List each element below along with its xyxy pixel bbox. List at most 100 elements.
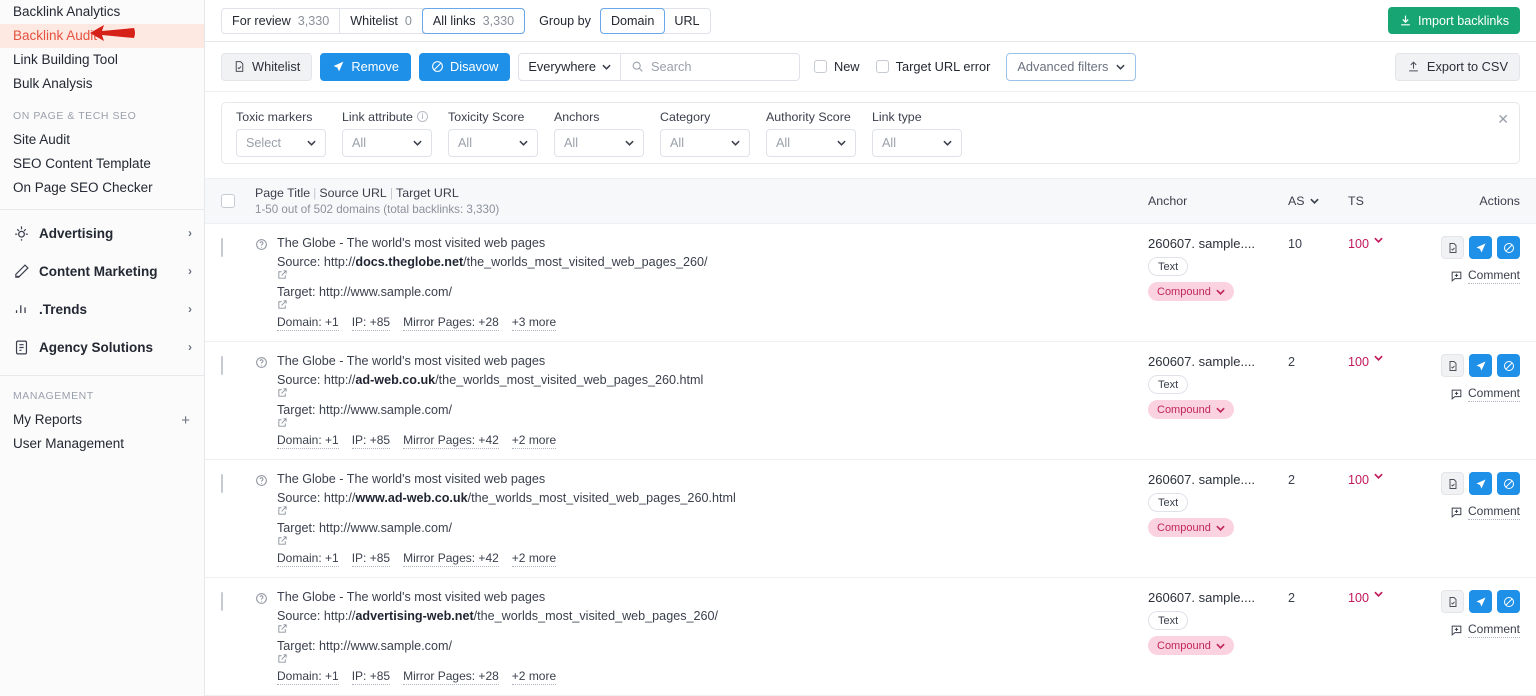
row-source-url[interactable]: Source: http://docs.theglobe.net/the_wor…: [277, 255, 1148, 280]
row-page-title[interactable]: The Globe - The world's most visited web…: [277, 236, 1148, 250]
row-tag[interactable]: IP: +85: [351, 315, 391, 331]
row-tag[interactable]: +2 more: [511, 669, 557, 685]
export-to-csv-button[interactable]: Export to CSV: [1394, 52, 1520, 81]
row-anchor-text[interactable]: 260607. sample....: [1148, 472, 1288, 487]
filter-anchors-select[interactable]: All: [554, 128, 644, 157]
filter-toxicity-score-select[interactable]: All: [448, 128, 538, 157]
row-tag[interactable]: Mirror Pages: +28: [403, 669, 499, 685]
table-row[interactable]: The Globe - The world's most visited web…: [205, 460, 1536, 578]
row-tag[interactable]: Domain: +1: [277, 669, 339, 685]
search-input[interactable]: [650, 59, 789, 74]
checkbox-icon[interactable]: [875, 60, 889, 73]
disavow-row-icon[interactable]: [1497, 354, 1520, 377]
row-anchor-text[interactable]: 260607. sample....: [1148, 354, 1288, 369]
row-tag[interactable]: Domain: +1: [277, 433, 339, 449]
row-toxic-marker-badge[interactable]: Compound: [1148, 636, 1234, 655]
scope-dropdown[interactable]: Everywhere: [519, 53, 621, 80]
checkbox-icon[interactable]: [813, 60, 827, 73]
row-toxicity-score[interactable]: 100: [1348, 354, 1420, 447]
external-link-icon[interactable]: [277, 269, 1148, 280]
filter-link-attribute-select[interactable]: All: [342, 128, 432, 157]
row-tag[interactable]: +2 more: [511, 433, 557, 449]
filter-authority-score-select[interactable]: All: [766, 128, 856, 157]
help-icon[interactable]: [255, 236, 277, 329]
info-icon[interactable]: i: [416, 111, 428, 122]
row-toxic-marker-badge[interactable]: Compound: [1148, 400, 1234, 419]
external-link-icon[interactable]: [277, 417, 1148, 428]
row-target-url[interactable]: Target: http://www.sample.com/: [277, 285, 1148, 310]
sidebar-item-user-management[interactable]: User Management: [0, 432, 204, 456]
remove-row-icon[interactable]: [1469, 354, 1492, 377]
row-page-title[interactable]: The Globe - The world's most visited web…: [277, 590, 1148, 604]
row-checkbox[interactable]: [221, 474, 223, 493]
row-page-title[interactable]: The Globe - The world's most visited web…: [277, 354, 1148, 368]
row-tag[interactable]: IP: +85: [351, 669, 391, 685]
sidebar-item-bulk-analysis[interactable]: Bulk Analysis: [0, 72, 204, 96]
remove-row-icon[interactable]: [1469, 236, 1492, 259]
row-toxicity-score[interactable]: 100: [1348, 472, 1420, 565]
sidebar-item-link-building-tool[interactable]: Link Building Tool: [0, 48, 204, 72]
whitelist-row-icon[interactable]: [1441, 590, 1464, 613]
row-tag[interactable]: IP: +85: [351, 551, 391, 567]
help-icon[interactable]: [255, 472, 277, 565]
row-page-title[interactable]: The Globe - The world's most visited web…: [277, 472, 1148, 486]
row-source-url[interactable]: Source: http://www.ad-web.co.uk/the_worl…: [277, 491, 1148, 516]
select-all-checkbox[interactable]: [221, 194, 235, 208]
help-icon[interactable]: [255, 354, 277, 447]
external-link-icon[interactable]: [277, 387, 1148, 398]
sidebar-item-my-reports[interactable]: My Reports +: [0, 408, 204, 432]
disavow-row-icon[interactable]: [1497, 590, 1520, 613]
sidebar-item-backlink-audit[interactable]: Backlink Audit: [0, 24, 204, 48]
remove-row-icon[interactable]: [1469, 590, 1492, 613]
row-source-url[interactable]: Source: http://ad-web.co.uk/the_worlds_m…: [277, 373, 1148, 398]
tab-all-links[interactable]: All links 3,330: [421, 7, 526, 34]
external-link-icon[interactable]: [277, 535, 1148, 546]
sidebar-item-seo-content-template[interactable]: SEO Content Template: [0, 152, 204, 176]
sidebar-group-trends[interactable]: .Trends ›: [0, 290, 204, 328]
group-by-url[interactable]: URL: [664, 9, 709, 33]
row-toxic-marker-badge[interactable]: Compound: [1148, 282, 1234, 301]
sidebar-item-backlink-analytics[interactable]: Backlink Analytics: [0, 0, 204, 24]
sidebar-item-site-audit[interactable]: Site Audit: [0, 128, 204, 152]
whitelist-row-icon[interactable]: [1441, 236, 1464, 259]
sidebar-group-agency-solutions[interactable]: Agency Solutions ›: [0, 328, 204, 366]
group-by-domain[interactable]: Domain: [599, 7, 666, 34]
sidebar-group-advertising[interactable]: Advertising ›: [0, 214, 204, 252]
search-field-wrapper[interactable]: [621, 59, 799, 74]
row-anchor-text[interactable]: 260607. sample....: [1148, 236, 1288, 251]
row-comment-button[interactable]: Comment: [1420, 386, 1520, 402]
row-toxicity-score[interactable]: 100: [1348, 236, 1420, 329]
remove-button[interactable]: Remove: [320, 52, 412, 81]
sidebar-group-content-marketing[interactable]: Content Marketing ›: [0, 252, 204, 290]
tab-for-review[interactable]: For review 3,330: [222, 8, 341, 33]
col-toxicity-score[interactable]: TS: [1348, 194, 1420, 208]
whitelist-button[interactable]: Whitelist: [221, 52, 313, 81]
external-link-icon[interactable]: [277, 623, 1148, 634]
row-tag[interactable]: Mirror Pages: +42: [403, 433, 499, 449]
filter-new-checkbox[interactable]: New: [813, 59, 860, 74]
tab-whitelist[interactable]: Whitelist 0: [340, 8, 423, 33]
row-tag[interactable]: Mirror Pages: +28: [403, 315, 499, 331]
row-tag[interactable]: +3 more: [511, 315, 557, 331]
row-comment-button[interactable]: Comment: [1420, 504, 1520, 520]
row-comment-button[interactable]: Comment: [1420, 622, 1520, 638]
row-tag[interactable]: Domain: +1: [277, 551, 339, 567]
advanced-filters-dropdown[interactable]: Advanced filters: [1006, 52, 1137, 81]
row-tag[interactable]: Domain: +1: [277, 315, 339, 331]
filter-category-select[interactable]: All: [660, 128, 750, 157]
plus-icon[interactable]: +: [181, 412, 204, 429]
filter-link-type-select[interactable]: All: [872, 128, 962, 157]
import-backlinks-button[interactable]: Import backlinks: [1388, 7, 1520, 34]
row-toxicity-score[interactable]: 100: [1348, 590, 1420, 683]
external-link-icon[interactable]: [277, 505, 1148, 516]
row-source-url[interactable]: Source: http://advertising-web.net/the_w…: [277, 609, 1148, 634]
filter-toxic-markers-select[interactable]: Select: [236, 128, 326, 157]
disavow-row-icon[interactable]: [1497, 236, 1520, 259]
row-tag[interactable]: IP: +85: [351, 433, 391, 449]
help-icon[interactable]: [255, 590, 277, 683]
external-link-icon[interactable]: [277, 299, 1148, 310]
whitelist-row-icon[interactable]: [1441, 354, 1464, 377]
col-authority-score[interactable]: AS: [1288, 194, 1348, 208]
table-row[interactable]: The Globe - The world's most visited web…: [205, 224, 1536, 342]
row-tag[interactable]: +2 more: [511, 551, 557, 567]
